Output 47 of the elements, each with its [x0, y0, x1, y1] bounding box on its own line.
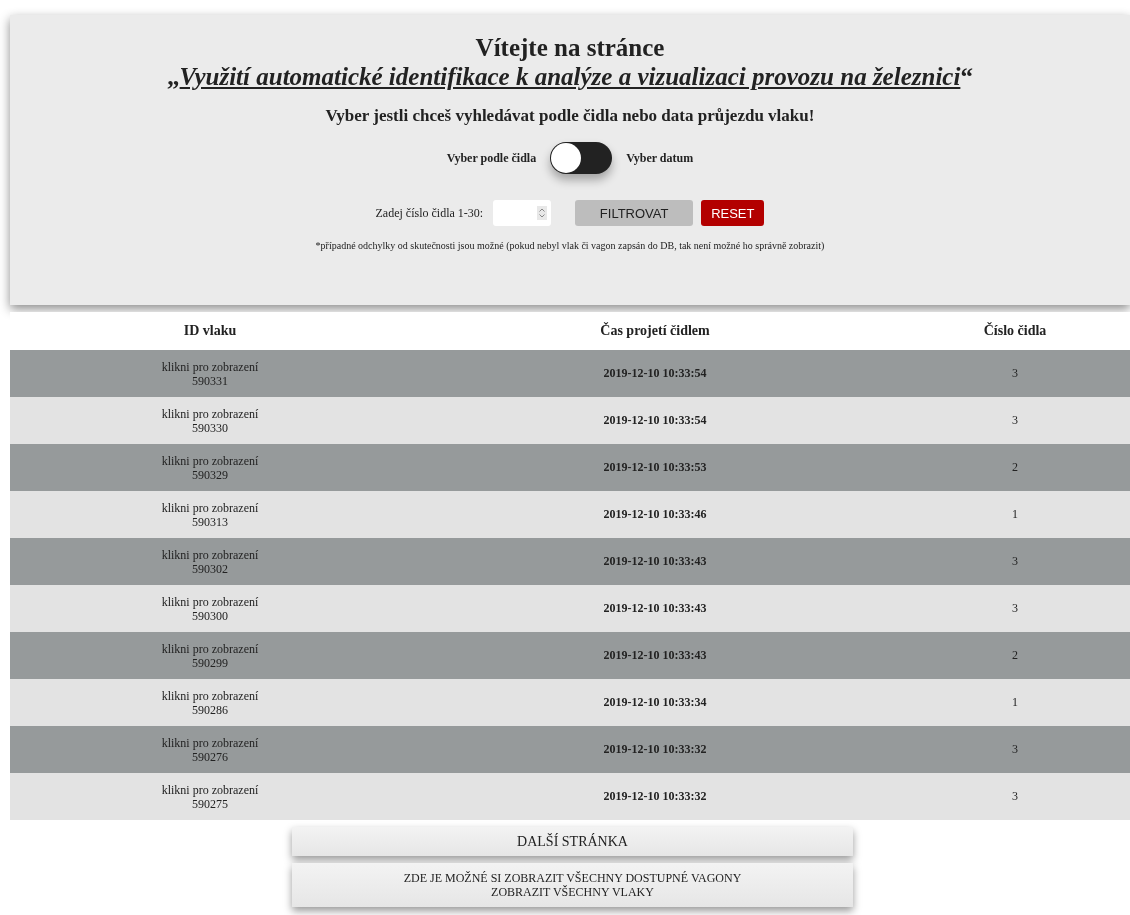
- nav-link[interactable]: ZDE JE MOŽNÉ SI ZOBRAZIT VŠECHNY DOSTUPNÉ VAGONY: [403, 871, 742, 885]
- quote-mark: „: [167, 62, 180, 91]
- spinner-icon[interactable]: [537, 206, 548, 220]
- nav-link[interactable]: ZOBRAZIT VŠECHNY VLAKY: [491, 885, 654, 899]
- sensor-cell: 3: [900, 350, 1130, 397]
- time-cell: 2019-12-10 10:33:46: [410, 491, 900, 538]
- train-detail-link[interactable]: klikni pro zobrazení 590331: [10, 359, 410, 388]
- train-detail-link[interactable]: klikni pro zobrazení 590299: [10, 641, 410, 670]
- sensor-label: Zadej číslo čidla 1-30:: [375, 205, 484, 221]
- time-cell: 2019-12-10 10:33:54: [410, 350, 900, 397]
- sensor-cell: 3: [900, 726, 1130, 773]
- sensor-cell: 3: [900, 538, 1130, 585]
- time-cell: 2019-12-10 10:33:32: [410, 773, 900, 820]
- instruction-text: Vyber jestli chceš vyhledávat podle čidla nebo data průjezdu vlaku!: [325, 106, 815, 126]
- sensor-number-field[interactable]: [493, 200, 552, 226]
- sensor-cell: 3: [900, 585, 1130, 632]
- time-cell: 2019-12-10 10:33:32: [410, 726, 900, 773]
- sensor-cell: 2: [900, 444, 1130, 491]
- sensor-cell: 3: [900, 397, 1130, 444]
- train-detail-link[interactable]: klikni pro zobrazení 590330: [10, 406, 410, 435]
- page-title: Vítejte na stránce: [475, 33, 665, 62]
- sensor-cell: 3: [900, 773, 1130, 820]
- disclaimer-note: *případné odchylky od skutečnosti jsou možné (pokud nebyl vlak či vagon zapsán do DB, tak není možné ho správně zobrazit): [315, 240, 825, 251]
- sensor-cell: 2: [900, 632, 1130, 679]
- time-cell: 2019-12-10 10:33:54: [410, 397, 900, 444]
- filter-button[interactable]: FILTROVAT: [575, 200, 694, 226]
- quote-mark: “: [960, 62, 973, 91]
- time-cell: 2019-12-10 10:33:34: [410, 679, 900, 726]
- toggle-label: Vyber datum: [626, 150, 694, 166]
- train-detail-link[interactable]: klikni pro zobrazení 590286: [10, 688, 410, 717]
- toggle-label: Vyber podle čidla: [446, 150, 537, 166]
- train-detail-link[interactable]: klikni pro zobrazení 590300: [10, 594, 410, 623]
- time-cell: 2019-12-10 10:33:53: [410, 444, 900, 491]
- next-page-button[interactable]: DALŠÍ STRÁNKA: [292, 827, 853, 856]
- train-detail-link[interactable]: klikni pro zobrazení 590275: [10, 782, 410, 811]
- train-detail-link[interactable]: klikni pro zobrazení 590302: [10, 547, 410, 576]
- train-detail-link[interactable]: klikni pro zobrazení 590276: [10, 735, 410, 764]
- sensor-cell: 1: [900, 679, 1130, 726]
- train-detail-link[interactable]: klikni pro zobrazení 590329: [10, 453, 410, 482]
- mode-toggle[interactable]: [550, 142, 613, 174]
- reset-button[interactable]: RESET: [701, 200, 765, 226]
- project-title-link[interactable]: Využití automatické identifikace k analýze a vizualizaci provozu na železnici: [179, 62, 961, 91]
- time-cell: 2019-12-10 10:33:43: [410, 585, 900, 632]
- train-detail-link[interactable]: klikni pro zobrazení 590313: [10, 500, 410, 529]
- time-cell: 2019-12-10 10:33:43: [410, 538, 900, 585]
- time-cell: 2019-12-10 10:33:43: [410, 632, 900, 679]
- sensor-cell: 1: [900, 491, 1130, 538]
